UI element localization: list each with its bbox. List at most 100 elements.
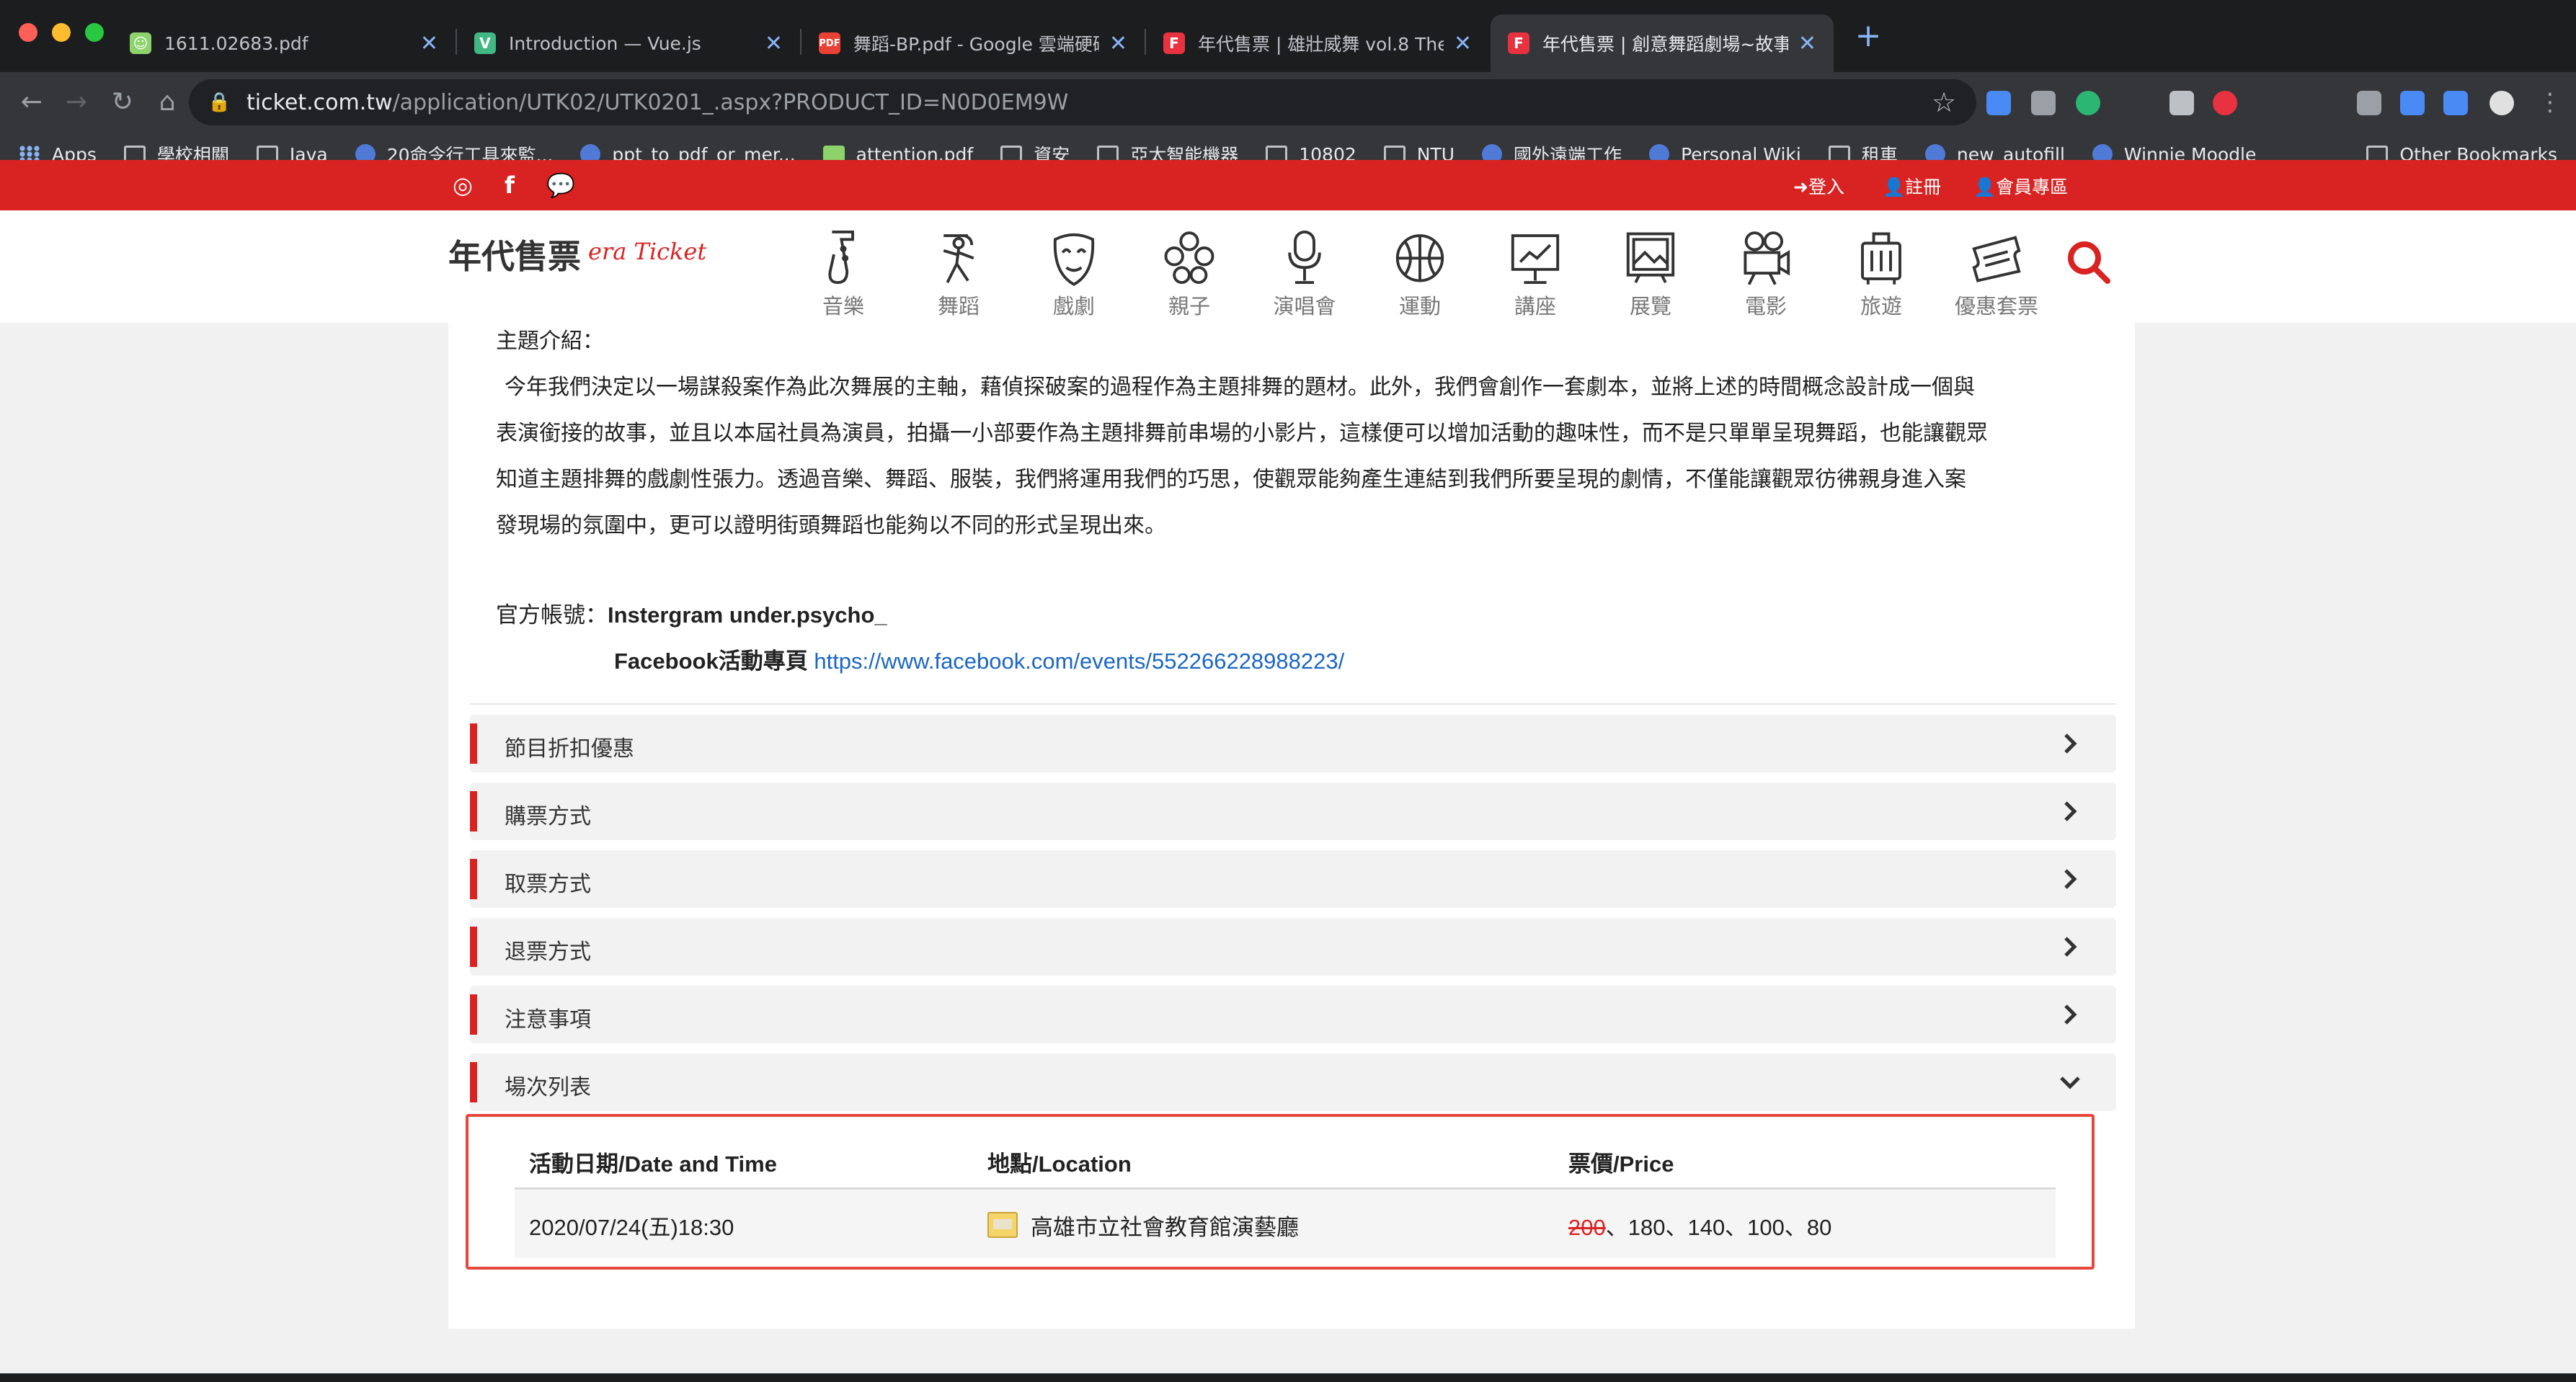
theme-paragraph-line: 知道主題排舞的戲劇性張力。透過音樂、舞蹈、服裝，我們將運用我們的巧思，使觀眾能夠… [496,467,1966,492]
line-icon[interactable]: 💬 [546,171,575,199]
microphone-icon [1288,230,1321,285]
register-link[interactable]: 👤註冊 [1883,173,1941,199]
fullscreen-window-button[interactable] [85,23,104,42]
session-table: 活動日期/Date and Time 地點/Location 票價/Price … [466,1114,2095,1270]
header-divider [515,1187,2056,1190]
vue-icon: V [474,32,496,54]
reload-icon[interactable]: ↻ [105,85,140,120]
browser-tab-strip: ☺ 1611.02683.pdf ✕ V Introduction — Vue.… [0,0,2576,72]
accordion-discount[interactable]: 節目折扣優惠 [470,715,2116,772]
theme-heading: 主題介紹： [496,329,604,354]
instagram-icon[interactable]: ◎ [453,171,473,199]
extension-icon[interactable] [2213,91,2237,115]
forward-icon[interactable]: → [59,85,94,120]
window-bottom-edge [0,1373,2576,1382]
browser-tab[interactable]: V Introduction — Vue.js ✕ [457,14,800,72]
film-camera-icon [1744,231,1790,285]
facebook-event-link[interactable]: https://www.facebook.com/events/55226622… [814,648,1344,674]
accordion-refund[interactable]: 退票方式 [470,918,2116,976]
extension-icon[interactable] [1986,91,2011,115]
accordion-marker [470,859,477,899]
bookmark-star-icon[interactable]: ☆ [1932,86,1956,118]
url-host: ticket.com.tw [247,89,393,115]
column-header-date: 活動日期/Date and Time [529,1151,777,1177]
close-tab-icon[interactable]: ✕ [420,31,438,56]
category-concert[interactable]: 演唱會 [1254,226,1355,320]
column-header-location: 地點/Location [987,1151,1132,1177]
category-music[interactable]: 音樂 [793,226,894,320]
category-package-deal[interactable]: 優惠套票 [1946,226,2047,320]
extension-icon[interactable] [2076,91,2100,115]
category-sports[interactable]: 運動 [1369,226,1470,320]
category-exhibition[interactable]: 展覽 [1600,226,1701,320]
close-tab-icon[interactable]: ✕ [1109,31,1127,56]
back-icon[interactable]: ← [14,85,49,120]
new-tab-button[interactable]: + [1852,20,1884,52]
url-path: /application/UTK02/UTK0201_.aspx?PRODUCT… [392,89,1069,115]
close-tab-icon[interactable]: ✕ [1454,31,1472,56]
event-detail-card: 主題介紹： 今年我們決定以一場謀殺案作為此次舞展的主軸，藉偵探破案的過程作為主題… [448,323,2135,1329]
mask-icon [1053,233,1095,286]
presentation-icon [1511,234,1560,285]
accordion-notes[interactable]: 注意事項 [470,986,2116,1043]
divider [470,703,2116,705]
accordion-marker [470,791,477,832]
accordion-purchase[interactable]: 購票方式 [470,783,2116,840]
translate-icon[interactable] [2400,91,2425,115]
facebook-icon[interactable]: f [505,171,515,199]
price-available: 、180、140、100、80 [1605,1215,1832,1240]
address-bar[interactable]: 🔒 ticket.com.tw/application/UTK02/UTK020… [189,79,1976,125]
ticket-icon [1972,236,2021,282]
session-prices[interactable]: 200、180、140、100、80 [1568,1209,1831,1241]
chevron-right-icon [2064,937,2077,957]
chevron-right-icon [2064,869,2077,889]
site-top-bar: ◎ f 💬 ➜登入 👤註冊 👤會員專區 [0,160,2576,210]
browser-tab[interactable]: F 年代售票 | 雄壯威舞 vol.8 The M ✕ [1146,14,1489,72]
luggage-icon [1861,232,1901,285]
extension-icon[interactable] [2031,91,2056,115]
theme-paragraph-line: 發現場的氛圍中，更可以證明街頭舞蹈也能夠以不同的形式呈現出來。 [496,513,1166,538]
avatar[interactable] [2490,91,2514,115]
map-icon [987,1212,1018,1238]
basketball-icon [1395,234,1444,282]
pdf-file-icon: PDF [819,32,840,54]
category-family[interactable]: 親子 [1139,226,1240,320]
close-tab-icon[interactable]: ✕ [765,31,783,56]
member-link[interactable]: 👤會員專區 [1973,173,2068,199]
category-drama[interactable]: 戲劇 [1023,226,1124,320]
era-ticket-icon: F [1508,32,1529,54]
accordion-marker [470,927,477,967]
chevron-right-icon [2064,1004,2077,1025]
accordion-sessions[interactable]: 場次列表 [470,1053,2116,1111]
theme-paragraph-line: 今年我們決定以一場謀殺案作為此次舞展的主軸，藉偵探破案的過程作為主題排舞的題材。… [505,375,1975,400]
table-row[interactable]: 2020/07/24(五)18:30 高雄市立社會教育館演藝廳 200、180、… [515,1190,2056,1258]
category-movie[interactable]: 電影 [1715,226,1816,320]
accordion-marker [470,723,477,764]
close-tab-icon[interactable]: ✕ [1798,31,1816,56]
extension-icon[interactable] [2357,91,2381,115]
minimize-window-button[interactable] [52,23,71,42]
search-icon[interactable] [2063,236,2113,287]
session-date: 2020/07/24(五)18:30 [529,1215,734,1240]
category-lecture[interactable]: 講座 [1485,226,1586,320]
puzzle-icon[interactable] [2443,91,2468,115]
browser-tab[interactable]: PDF 舞蹈-BP.pdf - Google 雲端硬碟 ✕ [801,14,1145,72]
saxophone-icon [828,230,854,285]
category-travel[interactable]: 旅遊 [1831,226,1932,320]
category-dance[interactable]: 舞蹈 [908,226,1009,320]
menu-kebab-icon[interactable]: ⋮ [2533,85,2567,120]
session-location[interactable]: 高雄市立社會教育館演藝廳 [987,1209,1299,1241]
browser-tab-active[interactable]: F 年代售票 | 創意舞蹈劇場~故事 ✕ [1491,14,1834,72]
logo[interactable]: 年代售票 [448,231,581,278]
login-link[interactable]: ➜登入 [1793,173,1844,199]
dancer-icon [943,234,974,283]
era-ticket-icon: F [1163,32,1185,54]
extension-icon[interactable] [2169,91,2194,115]
price-soldout: 200 [1568,1215,1606,1240]
chevron-right-icon [2064,734,2077,754]
facebook-line: Facebook活動專頁 https://www.facebook.com/ev… [614,648,1345,674]
browser-tab[interactable]: ☺ 1611.02683.pdf ✕ [112,14,456,72]
close-window-button[interactable] [19,23,37,42]
home-icon[interactable]: ⌂ [150,85,185,120]
accordion-pickup[interactable]: 取票方式 [470,850,2116,908]
